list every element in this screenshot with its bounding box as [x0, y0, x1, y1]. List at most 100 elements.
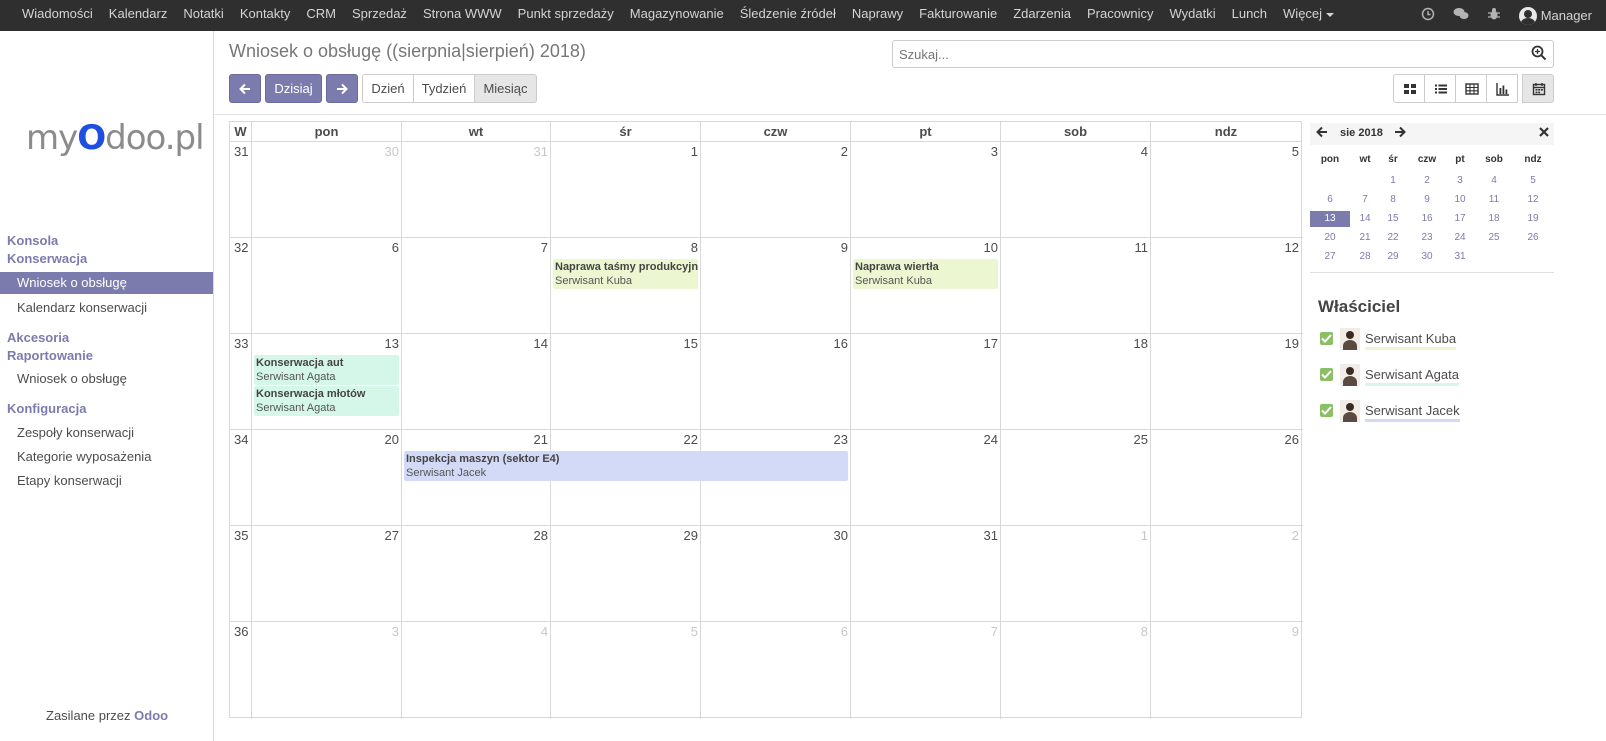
calendar-event[interactable]: Konserwacja młotów Serwisant Agata [254, 386, 399, 416]
mini-calendar-day[interactable]: 24 [1443, 230, 1477, 246]
calendar-day-cell[interactable]: 9 [701, 240, 850, 255]
mini-calendar-day[interactable]: 30 [1410, 249, 1444, 265]
calendar-event[interactable]: Inspekcja maszyn (sektor E4) Serwisant Ja… [404, 451, 848, 481]
kanban-view-button[interactable] [1393, 74, 1425, 103]
calendar-day-cell[interactable]: 14 [402, 336, 550, 351]
calendar-day-cell[interactable]: 21 [402, 432, 550, 447]
top-menu-item[interactable]: Wiadomości [14, 0, 101, 31]
calendar-day-cell[interactable]: 8 [551, 240, 700, 255]
top-menu-item[interactable]: Zdarzenia [1005, 0, 1079, 31]
mini-calendar-day[interactable]: 20 [1313, 230, 1347, 246]
top-menu-item[interactable]: Kontakty [232, 0, 299, 31]
user-avatar-icon[interactable] [1518, 6, 1537, 25]
pivot-view-button[interactable] [1455, 74, 1487, 103]
calendar-day-cell[interactable]: 26 [1151, 432, 1301, 447]
mini-calendar-day[interactable]: 3 [1443, 173, 1477, 189]
top-menu-item[interactable]: Wydatki [1161, 0, 1223, 31]
calendar-event[interactable]: Konserwacja aut Serwisant Agata [254, 355, 399, 385]
mini-calendar-day[interactable]: 11 [1477, 192, 1511, 208]
mini-calendar-day[interactable]: 26 [1516, 230, 1550, 246]
calendar-day-cell[interactable]: 11 [1001, 240, 1150, 255]
mini-calendar-day[interactable]: 31 [1443, 249, 1477, 265]
top-menu-item[interactable]: CRM [298, 0, 344, 31]
calendar-day-cell[interactable]: 28 [402, 528, 550, 543]
scale-month-button[interactable]: Miesiąc [474, 74, 537, 103]
calendar-day-cell[interactable]: 27 [252, 528, 401, 543]
calendar-day-cell[interactable]: 4 [1001, 144, 1150, 159]
calendar-day-cell[interactable]: 13 [252, 336, 401, 351]
calendar-day-cell[interactable]: 3 [851, 144, 1000, 159]
sidebar-section-konserwacja[interactable]: Konserwacja [7, 251, 87, 266]
mini-calendar-day[interactable]: 17 [1443, 211, 1477, 227]
top-menu-item[interactable]: Naprawy [844, 0, 911, 31]
next-button[interactable] [326, 74, 358, 103]
calendar-day-cell[interactable]: 29 [551, 528, 700, 543]
calendar-day-cell[interactable]: 31 [851, 528, 1000, 543]
logo[interactable]: myOdoo.pl [26, 118, 205, 158]
user-menu[interactable]: Manager [1541, 8, 1592, 23]
calendar-day-cell[interactable]: 3 [252, 624, 401, 639]
prev-button[interactable] [229, 74, 261, 103]
mini-calendar-day[interactable]: 8 [1376, 192, 1410, 208]
sidebar-section-akcesoria[interactable]: Akcesoria [7, 330, 69, 345]
calendar-day-cell[interactable]: 17 [851, 336, 1000, 351]
top-menu-item[interactable]: Sprzedaż [344, 0, 415, 31]
mini-calendar-day[interactable]: 19 [1516, 211, 1550, 227]
top-menu-item[interactable]: Punkt sprzedaży [510, 0, 622, 31]
calendar-day-cell[interactable]: 5 [1151, 144, 1301, 159]
mini-calendar-day[interactable]: 13 [1310, 211, 1350, 227]
mini-calendar-day[interactable]: 15 [1376, 211, 1410, 227]
sidebar-section-raportowanie[interactable]: Raportowanie [7, 348, 93, 363]
calendar-day-cell[interactable]: 1 [1001, 528, 1150, 543]
sidebar-item-kategorie-wyposazenia[interactable]: Kategorie wyposażenia [0, 446, 213, 468]
scale-week-button[interactable]: Tydzień [413, 74, 475, 103]
list-view-button[interactable] [1424, 74, 1456, 103]
top-menu-item[interactable]: Notatki [175, 0, 231, 31]
calendar-day-cell[interactable]: 4 [402, 624, 550, 639]
mini-next-icon[interactable] [1394, 126, 1406, 141]
odoo-link[interactable]: Odoo [134, 708, 168, 723]
scale-day-button[interactable]: Dzień [362, 74, 414, 103]
sidebar-item-raport-wniosek[interactable]: Wniosek o obsługę [0, 368, 213, 390]
top-menu-item[interactable]: Śledzenie źródeł [732, 0, 844, 31]
calendar-day-cell[interactable]: 8 [1001, 624, 1150, 639]
calendar-day-cell[interactable]: 31 [402, 144, 550, 159]
sidebar-section-konsola[interactable]: Konsola [7, 233, 58, 248]
mini-calendar-day[interactable]: 29 [1376, 249, 1410, 265]
top-menu-item[interactable]: Kalendarz [101, 0, 176, 31]
mini-calendar-day[interactable]: 9 [1410, 192, 1444, 208]
calendar-day-cell[interactable]: 6 [701, 624, 850, 639]
calendar-day-cell[interactable]: 12 [1151, 240, 1301, 255]
calendar-day-cell[interactable]: 22 [551, 432, 700, 447]
mini-calendar-day[interactable]: 16 [1410, 211, 1444, 227]
calendar-day-cell[interactable]: 23 [701, 432, 850, 447]
calendar-day-cell[interactable]: 5 [551, 624, 700, 639]
close-icon[interactable] [1538, 126, 1550, 141]
checkbox-checked[interactable] [1320, 368, 1333, 381]
top-menu-item[interactable]: Fakturowanie [911, 0, 1005, 31]
search-input[interactable] [893, 41, 1513, 67]
checkbox-checked[interactable] [1320, 332, 1333, 345]
sidebar-section-konfiguracja[interactable]: Konfiguracja [7, 401, 86, 416]
mini-calendar-day[interactable]: 22 [1376, 230, 1410, 246]
clock-icon[interactable] [1421, 7, 1435, 24]
sidebar-item-wniosek-o-obsluge[interactable]: Wniosek o obsługę [0, 272, 213, 294]
top-menu-item[interactable]: Lunch [1224, 0, 1275, 31]
calendar-day-cell[interactable]: 7 [851, 624, 1000, 639]
mini-calendar-day[interactable]: 6 [1313, 192, 1347, 208]
mini-calendar-day[interactable]: 23 [1410, 230, 1444, 246]
top-menu-item[interactable]: Pracownicy [1079, 0, 1161, 31]
calendar-event[interactable]: Naprawa wiertła Serwisant Kuba [853, 259, 998, 289]
mini-prev-icon[interactable] [1316, 126, 1328, 141]
checkbox-checked[interactable] [1320, 404, 1333, 417]
mini-calendar-day[interactable]: 25 [1477, 230, 1511, 246]
top-menu-item[interactable]: Magazynowanie [622, 0, 732, 31]
bug-icon[interactable] [1487, 7, 1501, 24]
mini-calendar-day[interactable]: 2 [1410, 173, 1444, 189]
calendar-day-cell[interactable]: 1 [551, 144, 700, 159]
calendar-day-cell[interactable]: 15 [551, 336, 700, 351]
sidebar-item-etapy-konserwacji[interactable]: Etapy konserwacji [0, 470, 213, 492]
calendar-day-cell[interactable]: 25 [1001, 432, 1150, 447]
calendar-day-cell[interactable]: 16 [701, 336, 850, 351]
calendar-day-cell[interactable]: 20 [252, 432, 401, 447]
